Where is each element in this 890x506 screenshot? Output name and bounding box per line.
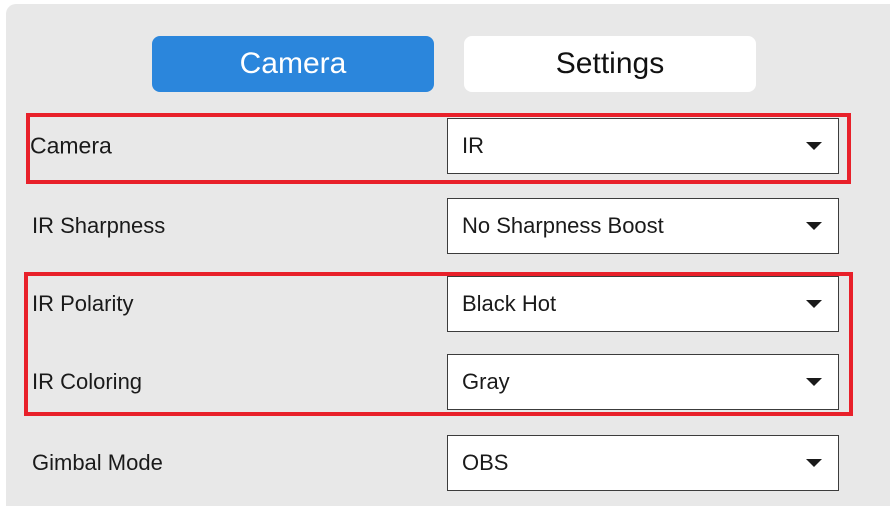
tab-camera[interactable]: Camera (152, 36, 434, 92)
ir-coloring-dropdown[interactable]: Gray (447, 354, 839, 410)
setting-label-ir-sharpness: IR Sharpness (32, 213, 166, 238)
caret-down-icon (806, 300, 822, 308)
ir-polarity-dropdown[interactable]: Black Hot (447, 276, 839, 332)
setting-row-ir-polarity: IR Polarity Black Hot (6, 276, 890, 332)
gimbal-mode-dropdown-value: OBS (462, 450, 509, 475)
ir-coloring-dropdown-value: Gray (462, 369, 510, 394)
camera-dropdown-value: IR (462, 133, 484, 158)
gimbal-mode-dropdown[interactable]: OBS (447, 435, 839, 491)
caret-down-icon (806, 378, 822, 386)
ir-sharpness-dropdown[interactable]: No Sharpness Boost (447, 198, 839, 254)
setting-label-camera: Camera (30, 132, 112, 159)
caret-down-icon (806, 459, 822, 467)
setting-row-gimbal-mode: Gimbal Mode OBS (6, 435, 890, 491)
camera-settings-panel: Camera Settings Camera IR IR Sharpness N… (6, 4, 890, 506)
camera-dropdown[interactable]: IR (447, 118, 839, 174)
tab-camera-label: Camera (239, 47, 347, 80)
setting-label-gimbal-mode: Gimbal Mode (32, 450, 163, 475)
ir-sharpness-dropdown-value: No Sharpness Boost (462, 213, 664, 238)
caret-down-icon (806, 222, 822, 230)
tab-settings-label: Settings (555, 47, 665, 80)
caret-down-icon (806, 142, 822, 150)
setting-label-ir-coloring: IR Coloring (32, 369, 143, 394)
setting-row-ir-sharpness: IR Sharpness No Sharpness Boost (6, 198, 890, 254)
setting-row-camera: Camera IR (6, 118, 890, 174)
setting-row-ir-coloring: IR Coloring Gray (6, 354, 890, 410)
ir-polarity-dropdown-value: Black Hot (462, 291, 557, 316)
tab-settings[interactable]: Settings (464, 36, 756, 92)
setting-label-ir-polarity: IR Polarity (32, 291, 134, 316)
